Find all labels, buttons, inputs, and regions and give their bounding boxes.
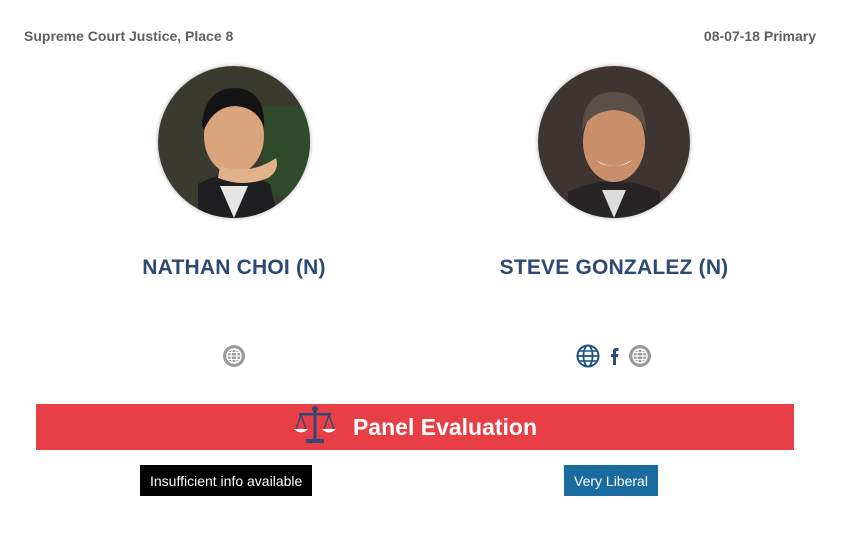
facebook-icon[interactable] (608, 344, 620, 368)
candidate-name[interactable]: STEVE GONZALEZ (N) (500, 256, 729, 280)
panel-evaluation-banner: Panel Evaluation (36, 404, 794, 450)
avatar (538, 66, 690, 218)
globe-icon[interactable] (576, 344, 600, 368)
race-header: Supreme Court Justice, Place 8 08-07-18 … (24, 28, 816, 44)
scales-of-justice-icon (293, 405, 337, 450)
candidate-name[interactable]: NATHAN CHOI (N) (142, 256, 325, 280)
candidate-links-choi (84, 344, 384, 368)
evaluation-badge-choi: Insufficient info available (140, 465, 313, 496)
candidate-card-gonzalez: STEVE GONZALEZ (N) (464, 66, 764, 280)
website-icon[interactable] (628, 344, 652, 368)
website-icon[interactable] (222, 344, 246, 368)
evaluation-badge-gonzalez: Very Liberal (564, 465, 658, 496)
election-date: 08-07-18 Primary (703, 28, 816, 44)
candidate-card-choi: NATHAN CHOI (N) (84, 66, 384, 280)
candidate-links-gonzalez (464, 344, 764, 368)
race-office: Supreme Court Justice, Place 8 (24, 28, 234, 44)
avatar (158, 66, 310, 218)
banner-title: Panel Evaluation (352, 413, 538, 440)
